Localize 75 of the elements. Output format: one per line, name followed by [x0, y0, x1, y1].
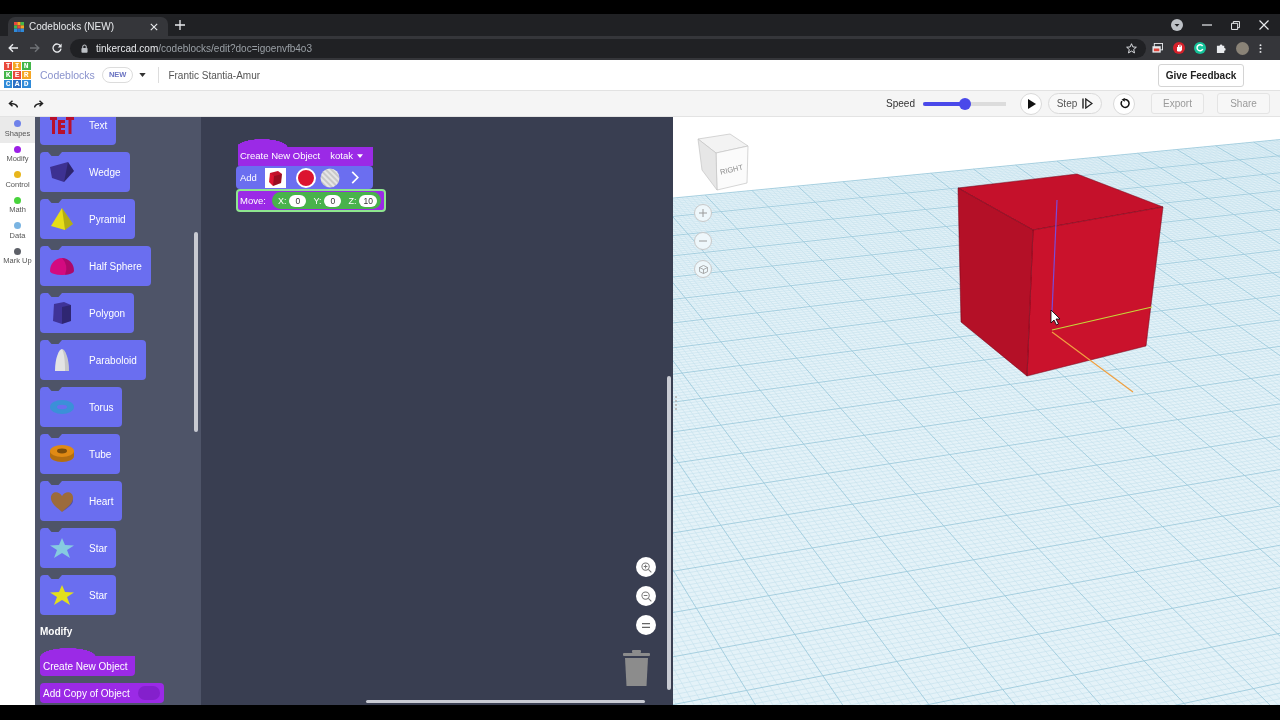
drag-handle-icon[interactable] — [675, 396, 677, 410]
stop-hand-icon[interactable] — [1172, 42, 1185, 54]
play-icon — [1028, 98, 1036, 109]
chevron-right-icon[interactable] — [350, 171, 359, 184]
shape-block[interactable]: Paraboloid — [40, 340, 146, 380]
menu-dots-icon[interactable] — [1258, 42, 1262, 54]
axis-label: Y: — [313, 195, 322, 206]
caret-icon — [357, 153, 363, 158]
object-dropdown[interactable]: kotak — [330, 150, 363, 161]
close-icon[interactable] — [1259, 20, 1269, 30]
cube-icon[interactable] — [264, 167, 286, 188]
caret-icon[interactable] — [139, 73, 147, 77]
scrollbar[interactable] — [366, 700, 645, 703]
section-title: Modify — [40, 626, 73, 638]
shape-block[interactable]: Tube — [40, 434, 121, 474]
number-field[interactable]: 0 — [324, 194, 342, 207]
shape-block[interactable]: Wedge — [40, 152, 130, 192]
move-block[interactable]: Move: X: 0 Y: 0 Z: 10 — [236, 189, 386, 212]
equals-icon — [642, 622, 650, 628]
shape-block[interactable]: Star — [40, 575, 117, 615]
restart-icon — [1118, 98, 1130, 109]
number-field[interactable]: 10 — [359, 194, 377, 207]
restore-icon[interactable] — [1231, 20, 1240, 30]
zoom-out-button[interactable] — [636, 586, 656, 606]
shape-block[interactable]: Polygon — [40, 293, 135, 333]
plus-icon[interactable] — [175, 20, 185, 30]
tile-grid-icon — [14, 21, 24, 32]
slider-thumb[interactable] — [958, 97, 971, 110]
reset-zoom-button[interactable] — [636, 615, 656, 635]
modify-block[interactable]: Add Copy of Object — [40, 683, 164, 703]
number-field[interactable]: 0 — [289, 194, 307, 207]
add-shape-block[interactable]: Add — [236, 166, 373, 189]
shape-block[interactable]: Pyramid — [40, 199, 135, 239]
bookmark-star-icon[interactable] — [1126, 42, 1137, 54]
plus-icon — [699, 209, 707, 217]
trash-icon[interactable] — [623, 650, 650, 686]
reload-icon[interactable] — [52, 43, 62, 53]
zoom-in-button[interactable] — [636, 557, 656, 577]
zoom-in-icon — [640, 561, 652, 573]
zoom-out-icon — [640, 590, 652, 602]
down-caret-circle-icon[interactable] — [1171, 19, 1183, 31]
window-stack-icon[interactable] — [1152, 42, 1163, 54]
play-button[interactable] — [1020, 92, 1042, 115]
project-name[interactable]: Frantic Stantia-Amur — [168, 69, 261, 81]
scrollbar[interactable] — [194, 232, 198, 432]
modify-block[interactable]: Create New Object — [40, 648, 136, 676]
striped-circle-icon[interactable] — [319, 167, 340, 188]
shape-block[interactable]: Torus — [40, 387, 123, 427]
restart-button[interactable] — [1113, 92, 1135, 115]
shape-block[interactable]: Star — [40, 528, 117, 568]
speed-label: Speed — [886, 98, 915, 109]
lock-icon — [81, 43, 88, 53]
shape-block[interactable]: Heart — [40, 481, 123, 521]
shape-block[interactable]: Half Sphere — [40, 246, 151, 286]
avatar-icon[interactable] — [1236, 41, 1249, 55]
mouse-pointer-icon — [1050, 309, 1061, 326]
scrollbar[interactable] — [667, 376, 671, 690]
back-arrow-icon[interactable] — [8, 43, 18, 53]
redo-icon[interactable] — [34, 99, 44, 108]
undo-icon[interactable] — [8, 99, 18, 108]
create-object-block[interactable]: Create New Object kotak — [236, 137, 375, 166]
cube-outline-icon — [698, 264, 708, 274]
puzzle-piece-icon[interactable] — [1215, 42, 1227, 54]
step-button[interactable]: Step — [1048, 93, 1102, 114]
axis-label: X: — [277, 195, 287, 206]
feedback-button[interactable]: Give Feedback — [1158, 63, 1244, 87]
address-field[interactable]: tinkercad.com/codeblocks/edit?doc=igoenvfb4o3 — [70, 38, 1146, 58]
ring-badge-icon[interactable] — [1194, 42, 1206, 54]
step-icon — [1082, 98, 1094, 109]
axis-label: Z: — [348, 195, 357, 206]
browser-tab[interactable]: Codeblocks (NEW) — [8, 17, 168, 36]
color-swatch[interactable] — [295, 167, 316, 188]
minus-icon — [699, 240, 707, 242]
app-name[interactable]: Codeblocks — [40, 69, 95, 81]
close-icon[interactable] — [150, 22, 158, 31]
